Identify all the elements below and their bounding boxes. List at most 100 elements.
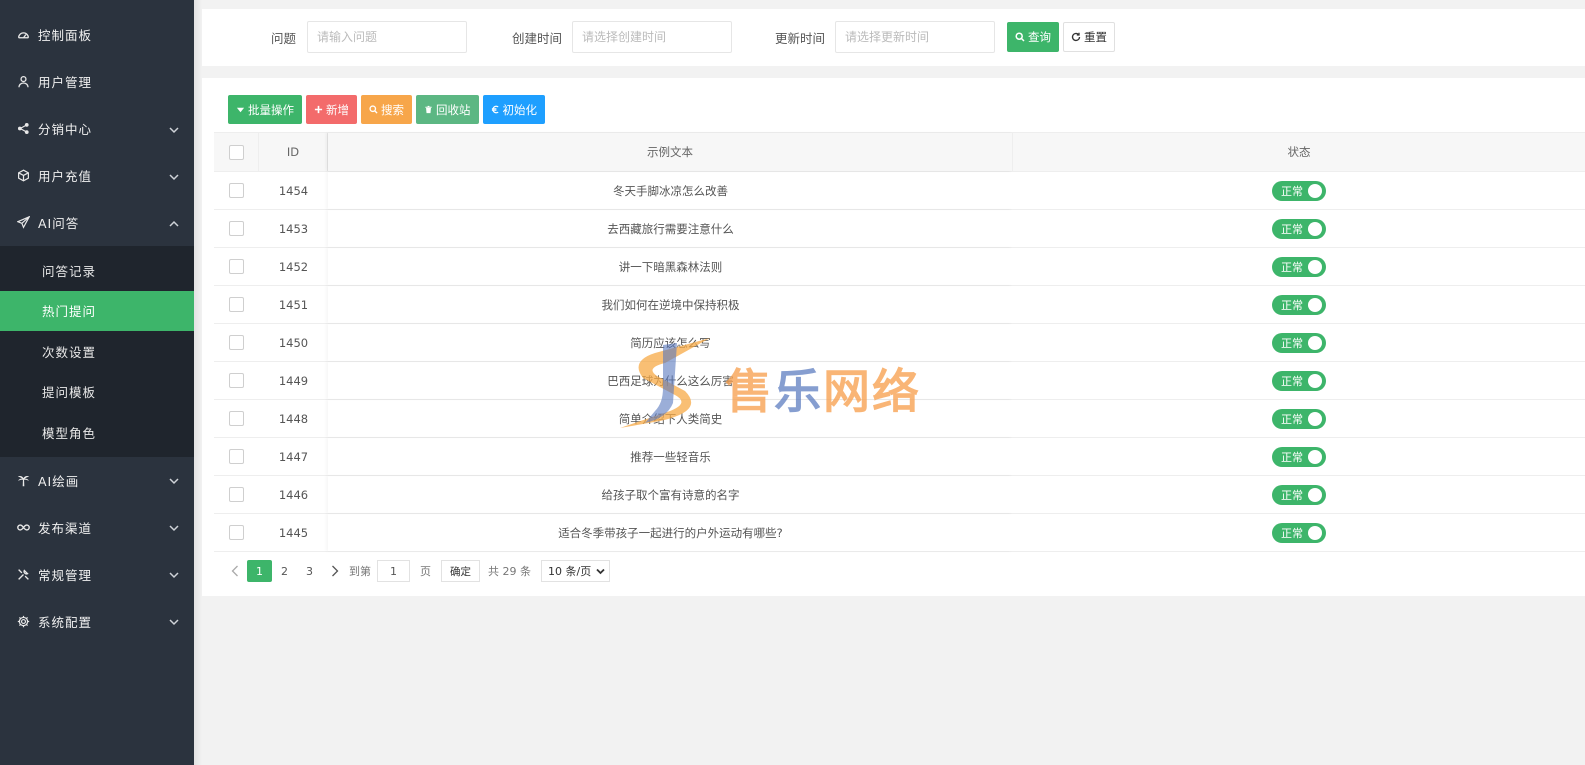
goto-confirm-button[interactable]: 确定 (441, 560, 480, 582)
row-checkbox[interactable] (229, 221, 244, 236)
sidebar-item-label: 系统配置 (38, 614, 93, 630)
reset-button[interactable]: 重置 (1063, 22, 1115, 52)
row-status-cell: 正常 (1013, 210, 1585, 247)
sidebar-subitem-question-templates[interactable]: 提问模板 (0, 372, 194, 413)
row-checkbox[interactable] (229, 487, 244, 502)
row-text: 冬天手脚冰凉怎么改善 (328, 172, 1013, 209)
status-switch-label: 正常 (1281, 184, 1303, 198)
row-checkbox[interactable] (229, 297, 244, 312)
created-time-input[interactable] (572, 21, 732, 53)
status-switch-label: 正常 (1281, 526, 1303, 540)
status-switch[interactable]: 正常 (1272, 446, 1326, 467)
trash-icon (424, 105, 433, 114)
status-switch[interactable]: 正常 (1272, 256, 1326, 277)
sidebar-item-general[interactable]: 常规管理 (0, 551, 194, 598)
row-status-cell: 正常 (1013, 514, 1585, 551)
row-checkbox-cell (214, 286, 259, 323)
header-id[interactable]: ID (259, 133, 328, 171)
switch-knob (1308, 221, 1322, 236)
sidebar-item-dashboard[interactable]: 控制面板 (0, 11, 194, 58)
status-switch[interactable]: 正常 (1272, 180, 1326, 201)
status-switch-label: 正常 (1281, 488, 1303, 502)
sidebar-subitem-count-settings[interactable]: 次数设置 (0, 331, 194, 372)
recycle-bin-button[interactable]: 回收站 (416, 95, 479, 124)
chevron-down-icon (169, 475, 179, 485)
sidebar-item-label: 用户管理 (38, 75, 93, 90)
status-switch[interactable]: 正常 (1272, 522, 1326, 543)
row-checkbox[interactable] (229, 335, 244, 350)
row-text: 简单介绍下人类简史 (328, 400, 1013, 437)
status-switch[interactable]: 正常 (1272, 370, 1326, 391)
search-label: 搜索 (381, 102, 404, 117)
row-checkbox-cell (214, 172, 259, 209)
row-text: 巴西足球为什么这么厉害 (328, 362, 1013, 399)
updated-time-input[interactable] (835, 21, 995, 53)
page-1[interactable]: 1 (247, 560, 272, 582)
sidebar-item-recharge[interactable]: 用户充值 (0, 152, 194, 199)
next-page-button[interactable] (322, 560, 347, 582)
row-status-cell: 正常 (1013, 476, 1585, 513)
row-checkbox[interactable] (229, 449, 244, 464)
table-row: 1451 我们如何在逆境中保持积极 正常 (214, 286, 1585, 324)
row-checkbox-cell (214, 210, 259, 247)
prev-page-button[interactable] (222, 560, 247, 582)
sidebar-item-ai-qa[interactable]: AI问答 (0, 199, 194, 246)
row-checkbox-cell (214, 476, 259, 513)
share-icon (16, 122, 30, 136)
row-checkbox-cell (214, 248, 259, 285)
page-unit-label: 页 (420, 565, 431, 578)
sidebar-item-label: 发布渠道 (38, 520, 93, 536)
sidebar-item-users[interactable]: 用户管理 (0, 58, 194, 105)
sidebar-item-label: AI问答 (38, 216, 80, 231)
sidebar-item-ai-drawing[interactable]: AI绘画 (0, 457, 194, 504)
row-checkbox[interactable] (229, 373, 244, 388)
row-checkbox-cell (214, 514, 259, 551)
sidebar-subitem-model-roles[interactable]: 模型角色 (0, 412, 194, 453)
sidebar-item-label: 常规管理 (38, 567, 93, 583)
question-input[interactable] (307, 21, 467, 53)
add-label: 新增 (326, 102, 349, 117)
sidebar-item-distribution[interactable]: 分销中心 (0, 105, 194, 152)
row-status-cell: 正常 (1013, 172, 1585, 209)
caret-down-icon (236, 105, 245, 114)
row-checkbox[interactable] (229, 525, 244, 540)
row-status-cell: 正常 (1013, 362, 1585, 399)
add-button[interactable]: 新增 (306, 95, 357, 124)
query-button[interactable]: 查询 (1007, 22, 1059, 52)
batch-operation-button[interactable]: 批量操作 (228, 95, 302, 124)
recycle-bin-label: 回收站 (436, 102, 471, 117)
row-id: 1454 (278, 183, 309, 198)
row-checkbox-cell (214, 362, 259, 399)
status-switch[interactable]: 正常 (1272, 408, 1326, 429)
status-switch[interactable]: 正常 (1272, 332, 1326, 353)
sidebar-subitem-qa-records[interactable]: 问答记录 (0, 250, 194, 291)
table-row: 1452 讲一下暗黑森林法则 正常 (214, 248, 1585, 286)
select-all-checkbox[interactable] (228, 144, 244, 160)
sidebar-item-system[interactable]: 系统配置 (0, 598, 194, 645)
search-button[interactable]: 搜索 (361, 95, 412, 124)
status-switch-label: 正常 (1281, 260, 1303, 274)
row-checkbox[interactable] (229, 411, 244, 426)
switch-knob (1308, 411, 1322, 426)
initialize-button[interactable]: 初始化 (482, 95, 545, 124)
row-checkbox[interactable] (229, 259, 244, 274)
row-id: 1445 (278, 525, 309, 540)
sidebar-subitem-hot-questions[interactable]: 热门提问 (0, 290, 194, 331)
goto-page-input[interactable] (377, 560, 410, 582)
status-switch[interactable]: 正常 (1272, 218, 1326, 239)
reset-button-label: 重置 (1084, 30, 1107, 44)
switch-knob (1308, 487, 1322, 502)
status-switch[interactable]: 正常 (1272, 484, 1326, 505)
page-2[interactable]: 2 (272, 560, 297, 582)
switch-knob (1308, 373, 1322, 388)
chevron-down-icon (169, 522, 179, 532)
toolbar: 批量操作 新增 搜索 回收站 初始化 (228, 95, 545, 124)
filter-panel: 问题 创建时间 更新时间 查询 重置 (202, 9, 1585, 66)
status-switch[interactable]: 正常 (1272, 294, 1326, 315)
initialize-label: 初始化 (502, 102, 538, 117)
created-time-label: 创建时间 (512, 31, 563, 46)
page-size-select[interactable]: 10 条/页 (541, 560, 611, 582)
row-checkbox[interactable] (229, 183, 244, 198)
page-3[interactable]: 3 (297, 560, 322, 582)
sidebar-item-channels[interactable]: 发布渠道 (0, 504, 194, 551)
